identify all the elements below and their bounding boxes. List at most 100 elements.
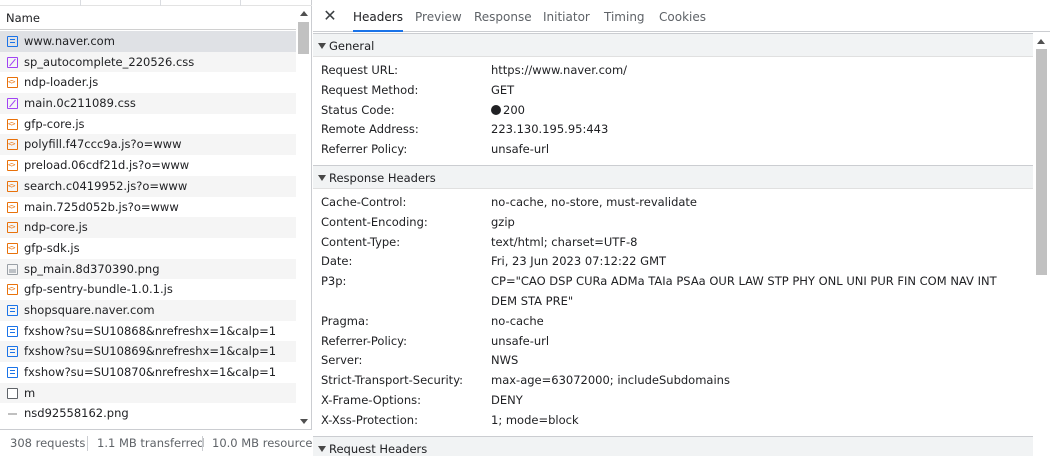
section-title: General: [329, 39, 375, 53]
request-row[interactable]: m: [0, 382, 296, 404]
request-row[interactable]: main.725d052b.js?o=www: [0, 197, 296, 217]
header-value: 200: [491, 101, 1011, 121]
header-value: DENY: [491, 392, 523, 407]
request-name: fxshow?su=SU10870&nrefreshx=1&calp=1: [24, 365, 277, 379]
js-file-icon: [7, 238, 18, 259]
header-value: unsafe-url: [491, 333, 550, 348]
request-row[interactable]: main.0c211089.css: [0, 93, 296, 114]
request-details-pane: ✕ Headers Preview Response Initiator Tim…: [313, 0, 1050, 456]
header-value: NWS: [491, 353, 519, 368]
scroll-up-arrow-icon[interactable]: [1037, 39, 1045, 44]
header-value: CP="CAO DSP CURa ADMa TAIa PSAa OUR LAW …: [491, 274, 997, 308]
request-row[interactable]: sp_autocomplete_220526.css: [0, 51, 296, 73]
general-section-body: Request URL: https://www.naver.com/Reques…: [313, 57, 1033, 165]
transferred-size: 1.1 MB transferred: [97, 436, 205, 450]
request-name: shopsquare.naver.com: [24, 302, 155, 317]
header-value: text/html; charset=UTF-8: [491, 234, 638, 249]
tab-response[interactable]: Response: [474, 0, 532, 32]
request-row[interactable]: sp_main.8d370390.png: [0, 258, 296, 280]
header-name: Cache-Control:: [321, 194, 407, 209]
request-row[interactable]: gfp-core.js: [0, 114, 296, 134]
request-row[interactable]: gfp-sdk.js: [0, 238, 296, 259]
header-row: Pragma: no-cache: [313, 312, 1033, 332]
header-row: Content-Type: text/html; charset=UTF-8: [313, 233, 1033, 253]
details-scrollbar[interactable]: [1033, 33, 1050, 456]
request-row[interactable]: ndp-core.js: [0, 217, 296, 238]
name-column-header[interactable]: Name: [0, 6, 296, 30]
request-name: sp_main.8d370390.png: [24, 261, 160, 276]
request-headers-section-header[interactable]: Request Headers: [313, 435, 1033, 456]
header-row: Referrer Policy: unsafe-url: [313, 140, 1033, 160]
request-name: search.c0419952.js?o=www: [24, 178, 188, 193]
header-value: GET: [491, 82, 515, 97]
request-row[interactable]: nsd92558162.png: [0, 403, 296, 424]
header-value: 1; mode=block: [491, 412, 579, 427]
tab-headers[interactable]: Headers: [353, 0, 403, 32]
tab-preview[interactable]: Preview: [415, 0, 462, 32]
tab-timing[interactable]: Timing: [604, 0, 645, 32]
request-row[interactable]: shopsquare.naver.com: [0, 299, 296, 321]
header-name: Request Method:: [321, 82, 419, 97]
header-row: P3p: CP="CAO DSP CURa ADMa TAIa PSAa OUR …: [313, 272, 1033, 312]
doc-file-icon: [7, 36, 18, 47]
doc-file-icon: [7, 304, 18, 316]
header-row: Request URL: https://www.naver.com/: [313, 61, 1033, 81]
status-code-value: 200: [503, 102, 525, 117]
expand-triangle-icon: [318, 43, 326, 49]
response-headers-section-header[interactable]: Response Headers: [313, 164, 1033, 189]
headers-panel: General Request URL: https://www.naver.co…: [313, 33, 1033, 456]
request-row[interactable]: www.naver.com: [0, 31, 296, 52]
request-row[interactable]: ndp-loader.js: [0, 72, 296, 93]
scrollbar-thumb[interactable]: [298, 22, 309, 54]
status-dot-icon: [491, 104, 501, 115]
request-row[interactable]: fxshow?su=SU10868&nrefreshx=1&calp=1: [0, 321, 296, 342]
other-file-icon: [7, 387, 18, 399]
general-section-header[interactable]: General: [313, 33, 1033, 57]
summary-divider: [202, 436, 203, 451]
header-value: gzip: [491, 214, 515, 229]
request-row[interactable]: search.c0419952.js?o=www: [0, 175, 296, 197]
header-value: Fri, 23 Jun 2023 07:12:22 GMT: [491, 254, 667, 269]
network-summary-bar: 308 requests 1.1 MB transferred 10.0 MB …: [0, 429, 318, 456]
scroll-down-arrow-icon[interactable]: [300, 419, 308, 424]
request-row[interactable]: preload.06cdf21d.js?o=www: [0, 155, 296, 176]
request-name: fxshow?su=SU10868&nrefreshx=1&calp=1: [24, 323, 277, 338]
header-name: Date:: [321, 254, 353, 269]
scrollbar-thumb[interactable]: [1036, 49, 1047, 275]
header-row: Status Code: 200: [313, 101, 1033, 121]
js-file-icon: [7, 217, 18, 238]
header-row: Request Method: GET: [313, 81, 1033, 101]
request-name: m: [24, 385, 36, 400]
header-name: Server:: [321, 353, 363, 368]
tab-cookies[interactable]: Cookies: [659, 0, 706, 32]
header-value: no-cache, no-store, must-revalidate: [491, 194, 698, 209]
resources-size: 10.0 MB resources: [212, 436, 319, 450]
header-value: max-age=63072000; includeSubdomains: [491, 373, 730, 388]
request-name: sp_autocomplete_220526.css: [24, 54, 195, 69]
js-file-icon: [7, 197, 18, 217]
js-file-icon: [7, 279, 18, 300]
header-value: https://www.naver.com/: [491, 63, 628, 77]
header-row: X-Frame-Options: DENY: [313, 391, 1033, 411]
header-row: Referrer-Policy: unsafe-url: [313, 332, 1033, 352]
header-row: Strict-Transport-Security: max-age=630720…: [313, 371, 1033, 391]
header-row: X-Xss-Protection: 1; mode=block: [313, 411, 1033, 431]
header-name: Referrer-Policy:: [321, 333, 408, 348]
request-row[interactable]: gfp-sentry-bundle-1.0.1.js: [0, 279, 296, 300]
response-headers-section-body: Cache-Control: no-cache, no-store, must-r…: [313, 189, 1033, 436]
request-name: preload.06cdf21d.js?o=www: [24, 158, 190, 173]
header-value: 223.130.195.95:443: [491, 122, 609, 137]
scroll-up-arrow-icon[interactable]: [300, 11, 308, 16]
header-name: Strict-Transport-Security:: [321, 373, 464, 388]
close-icon[interactable]: ✕: [322, 6, 338, 26]
request-row[interactable]: fxshow?su=SU10869&nrefreshx=1&calp=1: [0, 341, 296, 362]
js-file-icon: [7, 114, 18, 134]
section-title: Response Headers: [329, 170, 436, 185]
request-list-scrollbar[interactable]: [296, 6, 311, 428]
request-name: nsd92558162.png: [24, 406, 129, 421]
tab-initiator[interactable]: Initiator: [543, 0, 590, 32]
details-tab-bar: ✕ Headers Preview Response Initiator Tim…: [313, 0, 1050, 32]
js-file-icon: [7, 176, 18, 197]
request-row[interactable]: polyfill.f47ccc9a.js?o=www: [0, 134, 296, 156]
request-row[interactable]: fxshow?su=SU10870&nrefreshx=1&calp=1: [0, 362, 296, 383]
